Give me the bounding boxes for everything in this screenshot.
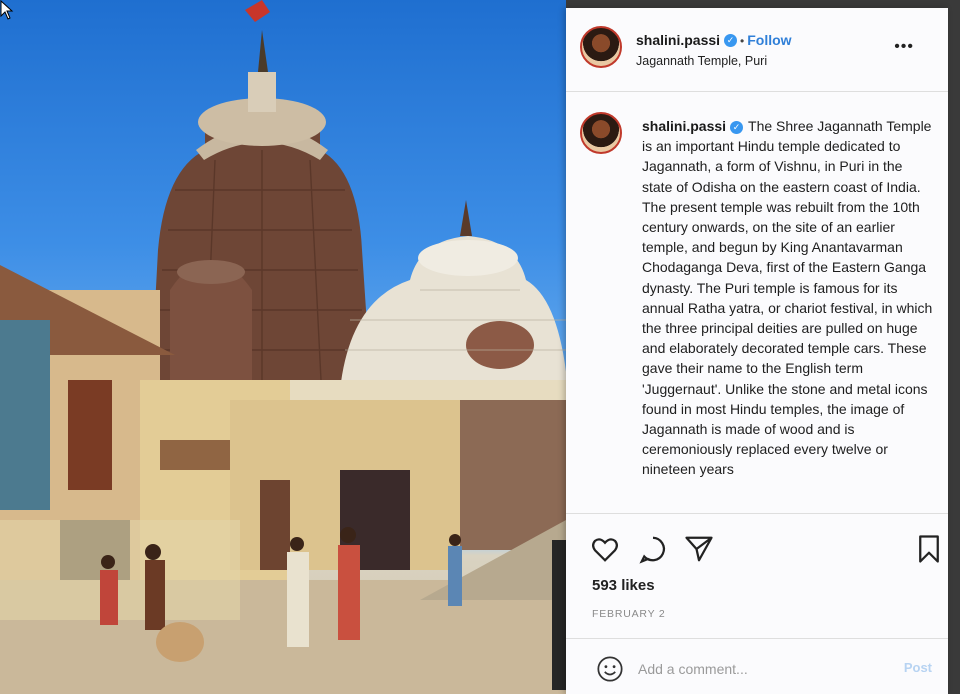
follow-button[interactable]: Follow bbox=[747, 32, 791, 48]
caption-username[interactable]: shalini.passi bbox=[642, 118, 726, 134]
bookmark-icon[interactable] bbox=[914, 534, 944, 564]
screen-bezel-right bbox=[948, 0, 960, 694]
screen-bezel-top bbox=[566, 0, 960, 8]
caption-text-block: shalini.passi ✓ The Shree Jagannath Temple… bbox=[642, 116, 936, 480]
temple-photo-illustration bbox=[0, 0, 566, 694]
post-side-panel: shalini.passi ✓ • Follow Jagannath Temple, … bbox=[566, 8, 948, 694]
heart-icon[interactable] bbox=[590, 534, 620, 564]
post-photo[interactable] bbox=[0, 0, 566, 694]
profile-avatar[interactable] bbox=[580, 26, 622, 68]
comment-input[interactable] bbox=[638, 657, 888, 681]
mouse-cursor-icon bbox=[0, 0, 14, 20]
comment-icon[interactable] bbox=[638, 534, 668, 564]
share-icon[interactable] bbox=[684, 534, 714, 564]
comment-bar: Post bbox=[566, 638, 948, 694]
header-user-line: shalini.passi ✓ • Follow bbox=[636, 32, 792, 50]
more-options-icon[interactable]: ••• bbox=[894, 38, 914, 56]
header-username[interactable]: shalini.passi bbox=[636, 32, 720, 48]
caption-avatar[interactable] bbox=[580, 112, 622, 154]
verified-badge-icon: ✓ bbox=[724, 34, 738, 48]
likes-count[interactable]: 593 likes bbox=[592, 577, 655, 594]
post-date[interactable]: FEBRUARY 2 bbox=[592, 608, 666, 620]
caption-area[interactable]: shalini.passi ✓ The Shree Jagannath Temple… bbox=[566, 94, 948, 514]
caption-text: The Shree Jagannath Temple is an importa… bbox=[642, 118, 933, 478]
follow-separator: • bbox=[740, 34, 745, 48]
emoji-icon[interactable] bbox=[596, 655, 624, 683]
action-bar bbox=[566, 528, 948, 568]
post-header: shalini.passi ✓ • Follow Jagannath Temple, … bbox=[566, 8, 948, 92]
verified-badge-icon: ✓ bbox=[730, 120, 744, 134]
post-comment-button[interactable]: Post bbox=[904, 660, 932, 675]
location-link[interactable]: Jagannath Temple, Puri bbox=[636, 54, 767, 68]
